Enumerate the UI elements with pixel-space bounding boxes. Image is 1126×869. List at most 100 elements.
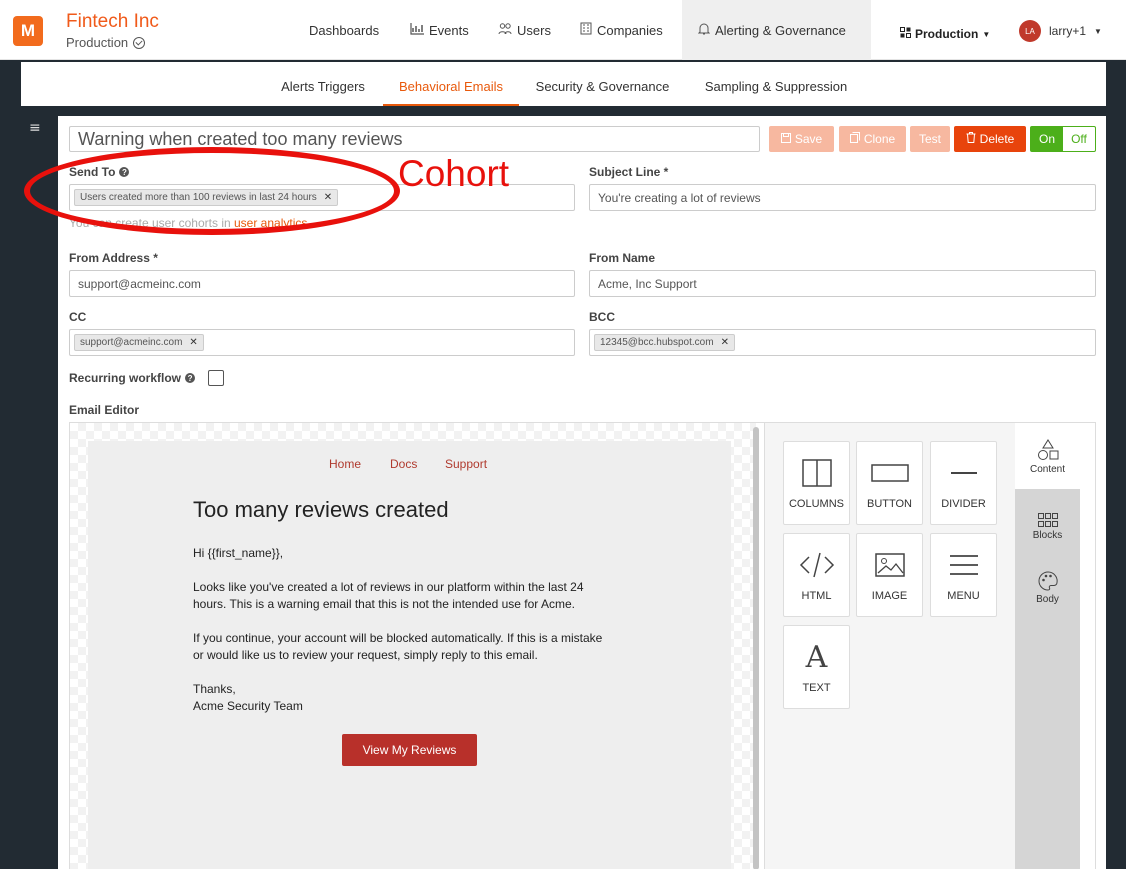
email-greeting: Hi {{first_name}}, <box>193 546 284 560</box>
tool-image[interactable]: IMAGE <box>856 533 923 617</box>
environment-dropdown[interactable]: Production ▼ <box>900 27 990 41</box>
tool-divider[interactable]: DIVIDER <box>930 441 997 525</box>
brand-name: Fintech Inc <box>66 11 159 32</box>
tab-alerts-triggers[interactable]: Alerts Triggers <box>270 62 376 106</box>
email-paragraph-2-line-2: or would like us to review your request,… <box>193 648 538 662</box>
tab-content-label: Content <box>1029 464 1066 475</box>
text-icon: A <box>805 639 828 675</box>
user-analytics-link[interactable]: user analytics <box>234 216 307 230</box>
remove-tag-icon[interactable]: ✕ <box>721 337 729 348</box>
nav-events-label: Events <box>429 22 469 38</box>
from-name-input[interactable]: Acme, Inc Support <box>589 270 1096 297</box>
clone-button-label: Clone <box>863 132 896 146</box>
hamburger-menu-icon[interactable]: ≡ <box>29 120 41 136</box>
save-button[interactable]: Save <box>769 126 834 152</box>
tab-body-label: Body <box>1036 594 1059 605</box>
shapes-icon <box>1015 433 1080 461</box>
editor-side-tabs: Content Blocks Body <box>1015 423 1080 869</box>
on-off-toggle[interactable]: On Off <box>1030 126 1096 152</box>
editor-scrollbar[interactable] <box>753 427 759 869</box>
nav-companies-label: Companies <box>597 22 663 38</box>
email-preview[interactable]: Home Docs Support Too many reviews creat… <box>88 441 731 869</box>
tool-columns[interactable]: COLUMNS <box>783 441 850 525</box>
cc-tag-label: support@acmeinc.com <box>80 337 183 348</box>
tab-security-governance[interactable]: Security & Governance <box>527 62 678 106</box>
nav-dashboards-label: Dashboards <box>309 22 380 38</box>
clone-button[interactable]: Clone <box>839 126 906 152</box>
button-icon <box>857 458 922 488</box>
save-icon <box>780 132 791 146</box>
email-canvas[interactable]: Home Docs Support Too many reviews creat… <box>70 423 759 869</box>
from-address-input[interactable]: support@acmeinc.com <box>69 270 575 297</box>
toggle-off[interactable]: Off <box>1063 127 1095 151</box>
view-reviews-button[interactable]: View My Reviews <box>342 734 477 766</box>
bcc-field[interactable]: 12345@bcc.hubspot.com ✕ <box>589 329 1096 356</box>
nav-dashboards[interactable]: Dashboards <box>309 0 379 60</box>
remove-tag-icon[interactable]: ✕ <box>324 192 332 203</box>
email-title-input[interactable]: Warning when created too many reviews <box>69 126 760 152</box>
main-panel: Warning when created too many reviews Sa… <box>58 116 1106 869</box>
brand-environment-label: Production <box>66 35 129 50</box>
tool-button-label: BUTTON <box>866 498 913 510</box>
help-icon[interactable]: ? <box>185 373 196 383</box>
tab-content[interactable]: Content <box>1015 423 1080 489</box>
nav-companies[interactable]: Companies <box>580 0 663 60</box>
tool-menu-label: MENU <box>947 590 980 602</box>
tab-body[interactable]: Body <box>1015 553 1080 619</box>
tool-text[interactable]: A TEXT <box>783 625 850 709</box>
help-icon[interactable]: ? <box>119 167 130 177</box>
environment-dropdown-label: Production <box>915 27 979 41</box>
brand-environment[interactable]: Production <box>66 35 146 50</box>
cc-field[interactable]: support@acmeinc.com ✕ <box>69 329 575 356</box>
save-button-label: Save <box>794 132 823 146</box>
recurring-workflow-checkbox[interactable] <box>208 370 224 386</box>
tool-columns-label: COLUMNS <box>788 498 844 510</box>
chart-icon <box>410 22 424 38</box>
users-icon <box>498 22 512 38</box>
trash-icon <box>966 132 976 146</box>
email-editor: Home Docs Support Too many reviews creat… <box>69 422 1096 869</box>
code-icon <box>784 550 849 580</box>
bcc-label: BCC <box>589 310 615 324</box>
nav-alerting-governance[interactable]: Alerting & Governance <box>682 0 871 60</box>
top-navbar: M Fintech Inc Production Dashboards Even… <box>0 0 1126 60</box>
nav-events[interactable]: Events <box>410 0 469 60</box>
tool-html[interactable]: HTML <box>783 533 850 617</box>
email-paragraph-1-line-1: Looks like you've created a lot of revie… <box>193 580 584 594</box>
cohort-hint: You can create user cohorts in user anal… <box>69 216 307 230</box>
user-menu[interactable]: LA larry+1 ▼ <box>1019 20 1102 42</box>
tool-image-label: IMAGE <box>871 590 908 602</box>
bcc-tag: 12345@bcc.hubspot.com ✕ <box>594 334 735 351</box>
email-nav-docs[interactable]: Docs <box>390 457 417 471</box>
tool-divider-label: DIVIDER <box>941 498 986 510</box>
copy-icon <box>849 132 860 146</box>
subject-line-input[interactable]: You're creating a lot of reviews <box>589 184 1096 211</box>
check-circle-icon <box>133 36 146 49</box>
email-heading: Too many reviews created <box>193 497 449 522</box>
email-editor-label: Email Editor <box>69 403 140 417</box>
remove-tag-icon[interactable]: ✕ <box>189 337 197 348</box>
email-paragraph-2-line-1: If you continue, your account will be bl… <box>193 631 603 645</box>
caret-down-icon: ▼ <box>1094 26 1102 36</box>
logo-icon[interactable]: M <box>13 16 43 46</box>
divider-icon <box>931 458 996 488</box>
building-icon <box>580 22 592 38</box>
tool-button[interactable]: BUTTON <box>856 441 923 525</box>
test-button[interactable]: Test <box>910 126 950 152</box>
columns-icon <box>784 458 849 488</box>
subject-line-label: Subject Line * <box>589 165 669 179</box>
tab-blocks[interactable]: Blocks <box>1015 489 1080 555</box>
delete-button-label: Delete <box>979 132 1015 146</box>
content-tools-panel: COLUMNS BUTTON DIVIDER HTML IMAGE MENU A… <box>764 423 1015 869</box>
recurring-workflow-label-text: Recurring workflow <box>69 371 182 385</box>
email-nav-support[interactable]: Support <box>445 457 487 471</box>
tool-menu[interactable]: MENU <box>930 533 997 617</box>
caret-down-icon: ▼ <box>982 29 991 39</box>
delete-button[interactable]: Delete <box>954 126 1026 152</box>
tab-behavioral-emails[interactable]: Behavioral Emails <box>383 62 519 106</box>
nav-users-label: Users <box>517 22 551 38</box>
nav-users[interactable]: Users <box>498 0 551 60</box>
toggle-on[interactable]: On <box>1031 127 1063 151</box>
email-nav-home[interactable]: Home <box>329 457 361 471</box>
tab-sampling-suppression[interactable]: Sampling & Suppression <box>696 62 856 106</box>
